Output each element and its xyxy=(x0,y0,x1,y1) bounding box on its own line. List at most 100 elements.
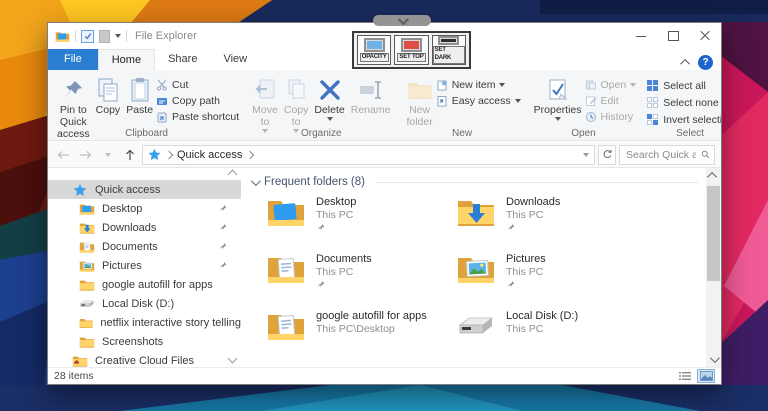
explorer-app-icon xyxy=(55,30,70,43)
delete-x-icon xyxy=(318,75,342,105)
edit-button[interactable]: Edit xyxy=(585,95,637,107)
close-button[interactable] xyxy=(689,23,721,49)
help-button[interactable]: ? xyxy=(698,55,713,70)
up-button[interactable] xyxy=(120,145,139,164)
button-label: Cut xyxy=(172,79,189,91)
folder-tile[interactable]: Desktop This PC xyxy=(266,195,456,252)
details-view-button[interactable] xyxy=(676,369,694,383)
breadcrumb-chevron-icon[interactable] xyxy=(164,150,174,159)
chevron-up-icon xyxy=(680,58,691,69)
new-folder-qat-icon[interactable] xyxy=(99,29,110,43)
overlay-button[interactable]: OPACITY xyxy=(357,35,392,65)
scroll-up-button[interactable] xyxy=(706,168,721,183)
file-list-pane: Frequent folders (8) Desktop This PC Dow… xyxy=(241,168,706,367)
rename-button[interactable]: Rename xyxy=(348,74,394,118)
sidebar-item[interactable]: Desktop xyxy=(48,199,241,218)
folder-tile[interactable]: Pictures This PC xyxy=(456,252,646,309)
properties-qat-icon[interactable] xyxy=(81,29,94,43)
ribbon-tab[interactable]: Home xyxy=(97,49,156,70)
invert-selection-button[interactable]: Invert selection xyxy=(646,113,721,126)
minimize-ribbon-button[interactable] xyxy=(680,58,691,69)
forward-button[interactable] xyxy=(76,145,95,164)
ribbon-tab[interactable]: View xyxy=(210,49,260,70)
copy-button[interactable]: Copy xyxy=(93,74,124,118)
folder-tile[interactable]: google autofill for apps This PC\Desktop xyxy=(266,309,456,366)
pin-icon xyxy=(218,204,227,213)
select-all-button[interactable]: Select all xyxy=(646,79,721,92)
search-input[interactable] xyxy=(624,147,699,162)
open-button[interactable]: Open xyxy=(585,79,637,91)
history-button[interactable]: History xyxy=(585,111,637,123)
sidebar-item-icon xyxy=(72,183,88,197)
dropdown-caret xyxy=(499,83,506,87)
sidebar-item[interactable]: Screenshots xyxy=(48,332,241,351)
sidebar-item-label: Documents xyxy=(102,240,158,253)
copy-to-button[interactable]: Copy to xyxy=(281,74,312,134)
sidebar-item[interactable]: Pictures xyxy=(48,256,241,275)
address-dropdown-caret[interactable] xyxy=(583,152,589,157)
dropdown-caret xyxy=(326,116,333,121)
copy-path-button[interactable]: Copy path xyxy=(156,95,239,107)
paste-shortcut-button[interactable]: Paste shortcut xyxy=(156,111,239,123)
minimize-button[interactable] xyxy=(625,23,657,49)
properties-button[interactable]: Properties xyxy=(531,74,585,122)
breadcrumb-quick-access[interactable]: Quick access xyxy=(177,149,242,161)
sidebar-item[interactable]: Documents xyxy=(48,237,241,256)
sidebar-item-label: Quick access xyxy=(95,183,161,196)
new-item-button[interactable]: New item xyxy=(436,79,521,91)
overlay-button[interactable]: SET TOP xyxy=(394,35,429,65)
content-area: Quick access Desktop Downloads Documents… xyxy=(48,168,721,367)
new-folder-button[interactable]: New folder xyxy=(403,74,435,130)
sidebar-item[interactable]: Quick access xyxy=(48,180,241,199)
sidebar-item-label: Local Disk (D:) xyxy=(102,297,175,310)
window-title: File Explorer xyxy=(135,30,197,42)
thumbnail-view-button[interactable] xyxy=(697,369,715,383)
folder-tile[interactable]: Documents This PC xyxy=(266,252,456,309)
easy-access-icon xyxy=(437,96,447,107)
cut-button[interactable]: Cut xyxy=(156,79,239,91)
file-explorer-window: File Explorer File Home Share View ? Pin… xyxy=(47,22,722,385)
folder-tile[interactable]: Downloads This PC xyxy=(456,195,646,252)
search-box[interactable] xyxy=(619,144,715,165)
button-label: Easy access xyxy=(451,95,511,107)
pin-icon xyxy=(218,242,227,251)
sidebar-item-label: Creative Cloud Files xyxy=(95,354,195,367)
sidebar-item[interactable]: netflix interactive story telling xyxy=(48,313,241,332)
paste-button[interactable]: Paste xyxy=(123,74,156,118)
overlay-drag-handle[interactable] xyxy=(373,13,431,26)
collapse-chevron-icon[interactable] xyxy=(250,175,261,186)
overlay-button[interactable]: SET DARK xyxy=(431,35,466,65)
sidebar-item-icon xyxy=(79,297,95,311)
back-button[interactable] xyxy=(54,145,73,164)
select-none-button[interactable]: Select none xyxy=(646,96,721,109)
easy-access-button[interactable]: Easy access xyxy=(436,95,521,107)
customize-qat-caret[interactable] xyxy=(115,34,121,38)
tab-file[interactable]: File xyxy=(48,49,98,70)
move-to-button[interactable]: Move to xyxy=(249,74,281,134)
section-header[interactable]: Frequent folders (8) xyxy=(241,168,706,192)
sidebar-item[interactable]: Downloads xyxy=(48,218,241,237)
recent-locations-button[interactable] xyxy=(98,145,117,164)
button-label: Copy path xyxy=(172,95,220,107)
navigation-bar: Quick access xyxy=(48,142,721,168)
folder-tile-name: Documents xyxy=(316,253,372,265)
button-label: Open xyxy=(600,79,627,91)
scroll-down-button[interactable] xyxy=(706,352,721,367)
group-label: Clipboard xyxy=(125,128,168,139)
maximize-button[interactable] xyxy=(657,23,689,49)
sidebar-item[interactable]: Local Disk (D:) xyxy=(48,294,241,313)
delete-button[interactable]: Delete xyxy=(311,74,347,122)
scrollbar-thumb[interactable] xyxy=(707,186,720,281)
folder-tile-name: Downloads xyxy=(506,196,561,208)
breadcrumb-chevron-icon[interactable] xyxy=(246,150,255,159)
sidebar-item[interactable]: google autofill for apps xyxy=(48,275,241,294)
sidebar-item[interactable]: Creative Cloud Files xyxy=(48,351,241,367)
vertical-scrollbar[interactable] xyxy=(706,168,721,367)
tab-label: Share xyxy=(168,53,198,65)
folder-tile[interactable]: Local Disk (D:) This PC xyxy=(456,309,646,366)
refresh-button[interactable] xyxy=(598,144,616,165)
ribbon-tab[interactable]: Share xyxy=(155,49,210,70)
folder-tile-name: Desktop xyxy=(316,196,357,208)
sidebar-scroll-up-arrow[interactable] xyxy=(227,169,238,180)
address-bar[interactable]: Quick access xyxy=(142,144,595,165)
